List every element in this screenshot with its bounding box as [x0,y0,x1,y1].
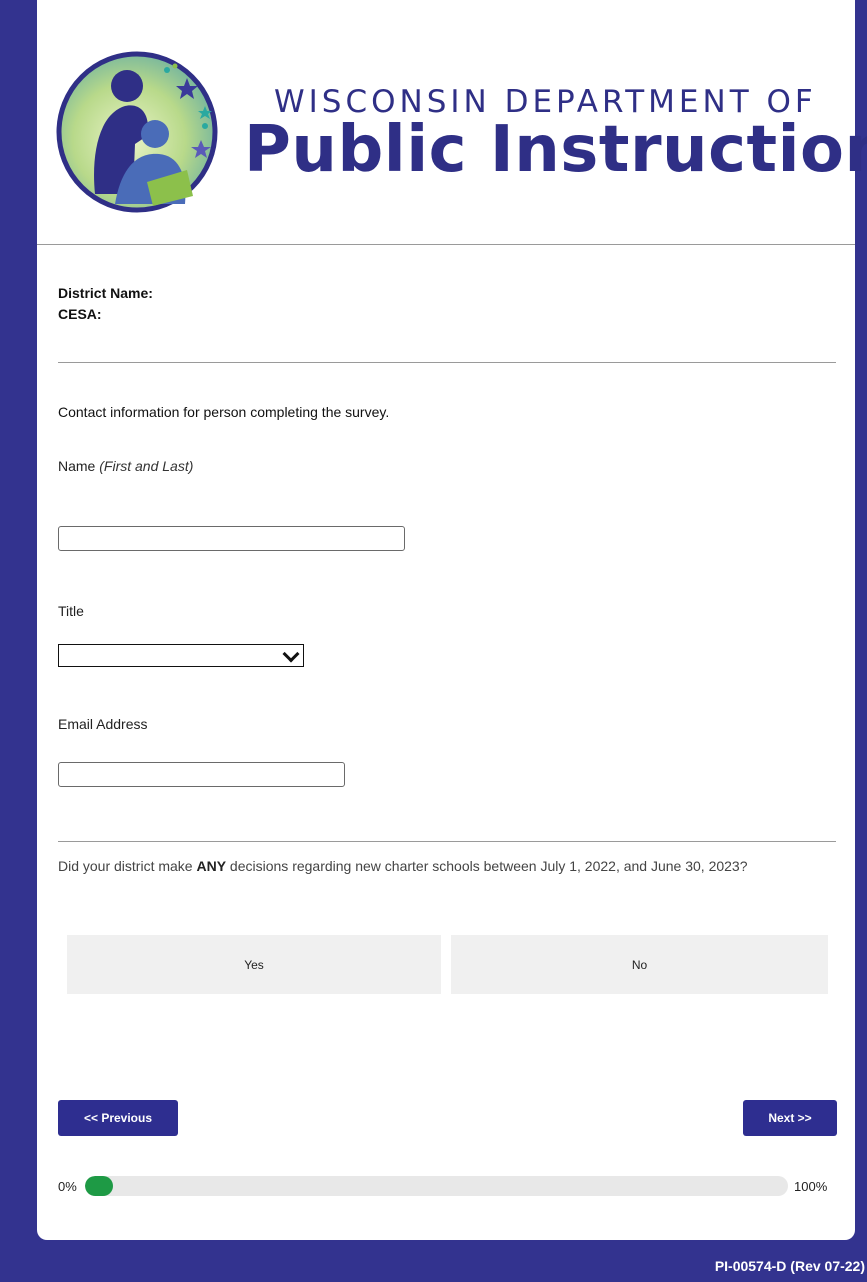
progress-fill [85,1176,114,1196]
logo-text-line2: Public Instruction [244,113,867,187]
question-text-after: decisions regarding new charter schools … [226,858,748,874]
next-button[interactable]: Next >> [743,1100,837,1136]
form-code: PI-00574-D (Rev 07-22) [714,1258,865,1274]
answer-no-button[interactable]: No [451,935,828,994]
contact-intro: Contact information for person completin… [58,404,390,420]
dpi-logo-icon [56,51,218,213]
email-label: Email Address [58,716,148,732]
answer-yes-button[interactable]: Yes [67,935,441,994]
name-label: Name [58,458,96,474]
chevron-down-icon [282,645,300,663]
divider [58,362,836,363]
name-field-label: Name (First and Last) [58,458,193,474]
title-label: Title [58,603,84,619]
survey-card: WISCONSIN DEPARTMENT OF Public Instructi… [37,0,867,1240]
cesa-label: CESA: [58,306,102,322]
question-emphasis: ANY [196,858,227,874]
previous-button[interactable]: << Previous [58,1100,178,1136]
header: WISCONSIN DEPARTMENT OF Public Instructi… [37,0,867,245]
progress-min-label: 0% [58,1179,77,1194]
title-select[interactable] [58,644,304,667]
progress-bar [85,1176,788,1196]
email-input[interactable] [58,762,345,787]
charter-question: Did your district make ANY decisions reg… [58,855,843,877]
progress-max-label: 100% [794,1179,828,1194]
district-info: District Name: CESA: [58,283,153,325]
name-hint: (First and Last) [99,458,194,474]
divider [58,841,836,842]
question-text-before: Did your district make [58,858,197,874]
district-name-label: District Name: [58,285,153,301]
name-input[interactable] [58,526,405,551]
